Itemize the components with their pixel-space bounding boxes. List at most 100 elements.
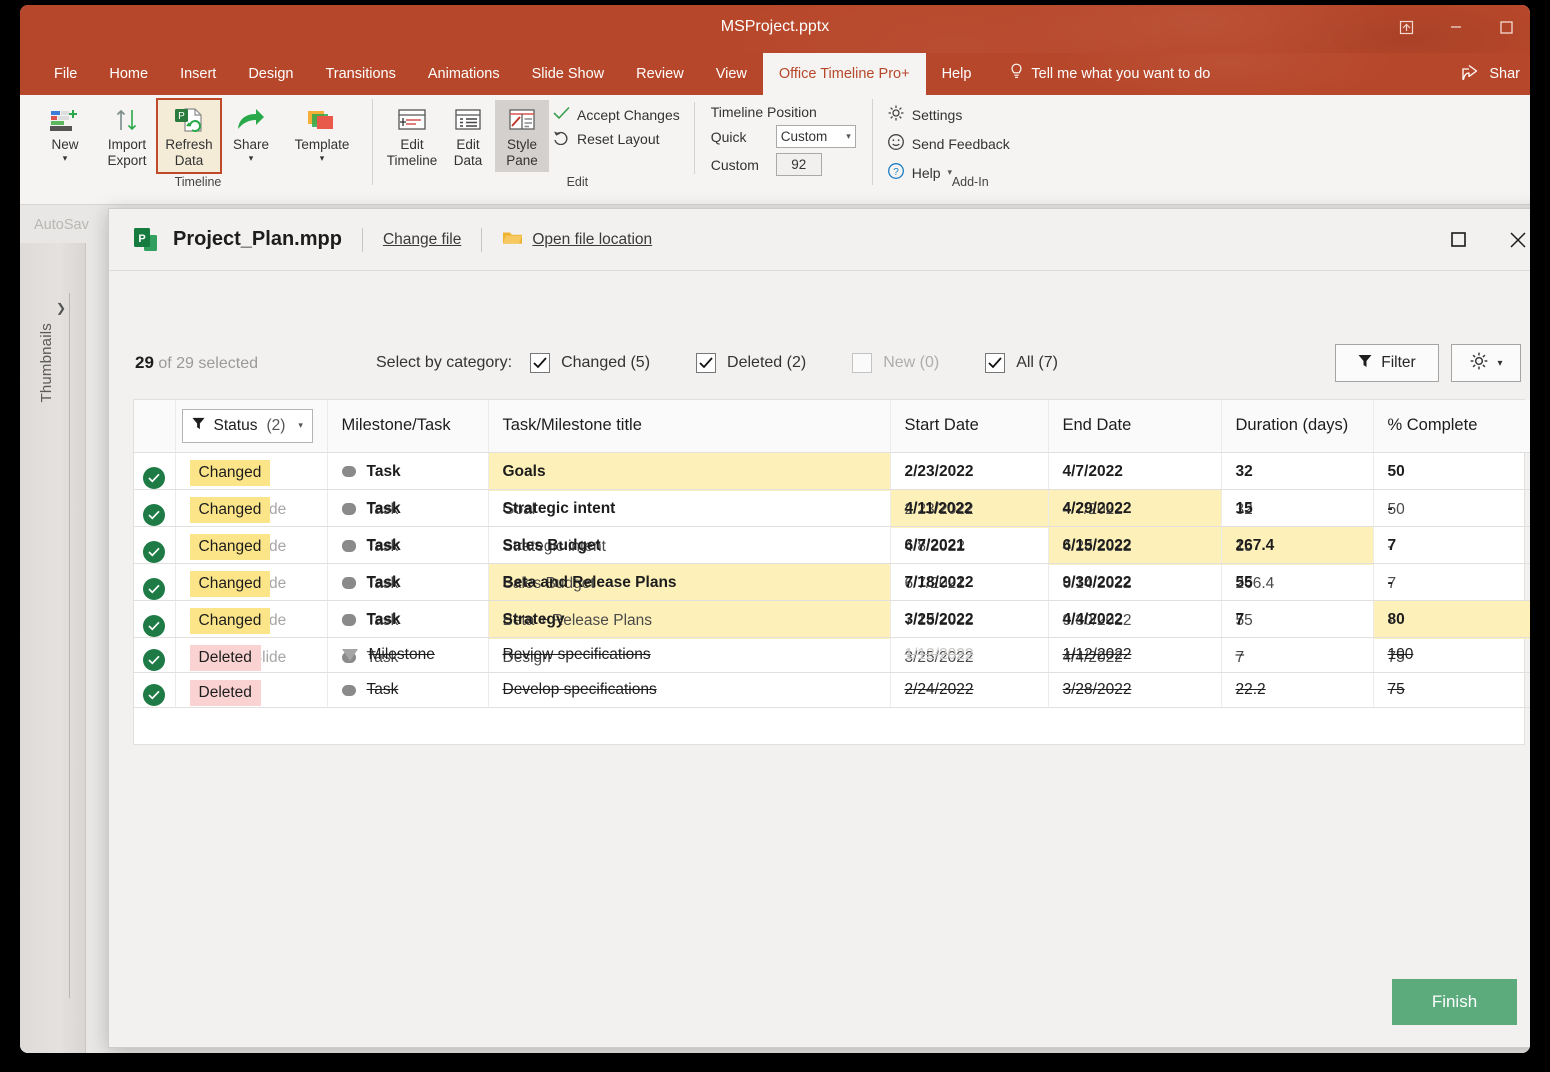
tab-review[interactable]: Review xyxy=(620,53,700,95)
new-timeline-button[interactable]: New ▾ xyxy=(34,100,96,165)
table-head: Status (2) ▾ Milestone/Task Task/Milesto… xyxy=(134,400,1530,452)
header-start-date: Start Date xyxy=(890,400,1048,452)
tab-animations[interactable]: Animations xyxy=(412,53,516,95)
check-icon xyxy=(533,357,547,369)
start-date-value-new: 6/7/2021 xyxy=(891,527,1048,565)
reset-layout-button[interactable]: Reset Layout xyxy=(553,129,680,148)
chevron-down-icon[interactable]: ▾ xyxy=(298,420,303,431)
start-date-value-new: 2/23/2022 xyxy=(891,453,1048,491)
chevron-down-icon[interactable]: ▾ xyxy=(1497,358,1502,369)
title-cell: Review specifications xyxy=(488,637,890,672)
duration-cell: 3232 xyxy=(1221,452,1373,489)
status-badge: Changed xyxy=(190,608,271,634)
tab-slide-show[interactable]: Slide Show xyxy=(516,53,621,95)
pct-complete-cell: 75 xyxy=(1373,672,1530,707)
tab-home[interactable]: Home xyxy=(93,53,164,95)
row-checked-icon[interactable] xyxy=(143,684,165,706)
finish-button[interactable]: Finish xyxy=(1392,979,1517,1025)
tab-transitions[interactable]: Transitions xyxy=(309,53,411,95)
start-date-cell: 1/12/2022 xyxy=(890,637,1048,672)
table-row[interactable]: ChangedTimeline SlideTaskTaskStrategic i… xyxy=(134,489,1530,526)
ribbon-tab-bar: File Home Insert Design Transitions Anim… xyxy=(20,53,1530,95)
settings-button[interactable]: Settings xyxy=(887,104,1010,125)
tab-file[interactable]: File xyxy=(38,53,93,95)
change-file-link[interactable]: Change file xyxy=(383,231,461,249)
maximize-icon[interactable] xyxy=(1494,15,1518,39)
table-row[interactable]: DeletedTaskDevelop specifications2/24/20… xyxy=(134,672,1530,707)
tab-design[interactable]: Design xyxy=(232,53,309,95)
open-file-location-link[interactable]: Open file location xyxy=(502,229,652,251)
status-cell: Deleted xyxy=(175,672,327,707)
checkbox-all[interactable]: All (7) xyxy=(985,353,1058,373)
tab-insert[interactable]: Insert xyxy=(164,53,232,95)
chevron-down-icon[interactable]: ▾ xyxy=(249,154,254,162)
row-select-cell[interactable] xyxy=(134,672,175,707)
row-select-cell[interactable] xyxy=(134,637,175,672)
share-label-ribbon: Share xyxy=(233,137,269,153)
tab-help[interactable]: Help xyxy=(926,53,988,95)
row-select-cell[interactable] xyxy=(134,489,175,526)
checkbox-changed[interactable]: Changed (5) xyxy=(530,353,650,373)
custom-position-input[interactable]: 92 xyxy=(776,153,822,176)
table-row[interactable]: ChangedTimeline SlideTaskTaskGoalsGoal2/… xyxy=(134,452,1530,489)
style-pane-button[interactable]: Style Pane xyxy=(495,100,549,172)
row-checked-icon[interactable] xyxy=(143,649,165,671)
checkbox-new[interactable]: New (0) xyxy=(852,353,939,373)
table-row[interactable]: ChangedTimeline SlideTaskTaskSales Budge… xyxy=(134,526,1530,563)
tab-office-timeline-pro[interactable]: Office Timeline Pro+ xyxy=(763,53,926,95)
header-task-title: Task/Milestone title xyxy=(488,400,890,452)
thumbnails-rail[interactable]: ❯ Thumbnails xyxy=(20,243,86,1053)
status-filter-dropdown[interactable]: Status (2) ▾ xyxy=(182,409,313,443)
settings-menu-button[interactable]: ▾ xyxy=(1451,344,1521,382)
header-duration: Duration (days) xyxy=(1221,400,1373,452)
row-checked-icon[interactable] xyxy=(143,504,165,526)
row-checked-icon[interactable] xyxy=(143,541,165,563)
chevron-down-icon[interactable]: ▾ xyxy=(320,154,325,162)
rail-divider xyxy=(69,293,70,998)
close-icon[interactable] xyxy=(1507,229,1529,251)
table-row[interactable]: DeletedMilestoneReview specifications1/1… xyxy=(134,637,1530,672)
share-button[interactable]: Shar xyxy=(1462,53,1520,95)
refresh-data-button[interactable]: P Refresh Data xyxy=(158,100,220,172)
edit-timeline-button[interactable]: Edit Timeline xyxy=(383,100,441,172)
edit-data-button[interactable]: Edit Data xyxy=(441,100,495,172)
minimize-icon[interactable] xyxy=(1444,15,1468,39)
title-cell: GoalsGoal xyxy=(488,452,890,489)
accept-changes-button[interactable]: Accept Changes xyxy=(553,106,680,123)
checkbox-box[interactable] xyxy=(530,353,550,373)
row-select-cell[interactable] xyxy=(134,600,175,637)
filter-button[interactable]: Filter xyxy=(1335,344,1439,382)
row-checked-icon[interactable] xyxy=(143,578,165,600)
checkbox-box[interactable] xyxy=(985,353,1005,373)
share-timeline-button[interactable]: Share ▾ xyxy=(220,100,282,165)
row-select-cell[interactable] xyxy=(134,563,175,600)
custom-position-row: Custom 92 xyxy=(711,153,856,176)
quick-position-select[interactable]: Custom ▾ xyxy=(776,125,856,148)
svg-text:P: P xyxy=(138,233,145,245)
start-date-cell: 7/18/20227/18/2022 xyxy=(890,563,1048,600)
refresh-data-dialog: P Project_Plan.mpp Change file Open file… xyxy=(108,208,1530,1048)
chevron-down-icon[interactable]: ▾ xyxy=(63,154,68,162)
row-checked-icon[interactable] xyxy=(143,467,165,489)
restore-down-icon[interactable] xyxy=(1394,15,1418,39)
row-select-cell[interactable] xyxy=(134,452,175,489)
chevron-right-icon[interactable]: ❯ xyxy=(56,301,66,315)
table-row[interactable]: ChangedTimeline SlideTaskTaskStrategyDes… xyxy=(134,600,1530,637)
send-feedback-button[interactable]: Send Feedback xyxy=(887,133,1010,154)
maximize-icon[interactable] xyxy=(1447,229,1469,251)
timeline-position-title: Timeline Position xyxy=(711,104,856,120)
tab-view[interactable]: View xyxy=(700,53,763,95)
status-filter-label: Status xyxy=(214,417,258,435)
import-export-button[interactable]: Import Export xyxy=(96,100,158,172)
checkbox-deleted[interactable]: Deleted (2) xyxy=(696,353,806,373)
thumbnails-label: Thumbnails xyxy=(38,323,55,403)
row-select-cell[interactable] xyxy=(134,526,175,563)
checkbox-box[interactable] xyxy=(852,353,872,373)
duration-cell: 5555 xyxy=(1221,563,1373,600)
tell-me-search[interactable]: Tell me what you want to do xyxy=(1009,53,1210,95)
row-checked-icon[interactable] xyxy=(143,615,165,637)
share-label: Shar xyxy=(1489,66,1520,82)
template-button[interactable]: Template ▾ xyxy=(282,100,362,165)
checkbox-box[interactable] xyxy=(696,353,716,373)
table-row[interactable]: ChangedTimeline SlideTaskTaskBeta and Re… xyxy=(134,563,1530,600)
